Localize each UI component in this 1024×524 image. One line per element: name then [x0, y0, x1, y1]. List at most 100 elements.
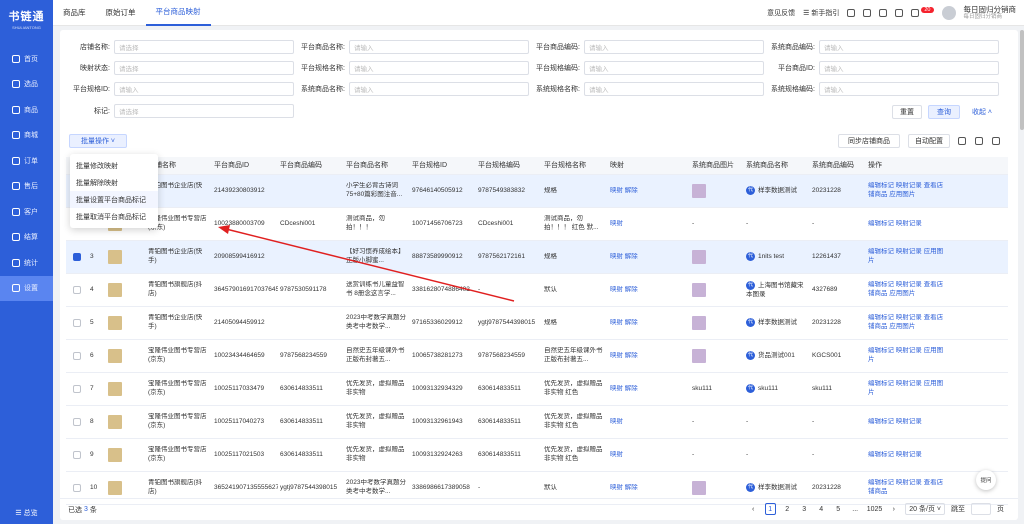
cell-map[interactable]: 映射 解除 — [608, 319, 690, 328]
filter-input[interactable]: 请输入 — [114, 82, 294, 96]
cell-ops[interactable]: 编辑标记 映射记录 应用图片 — [866, 380, 948, 398]
row-checkbox[interactable] — [73, 451, 81, 459]
cell-ops[interactable]: 编辑标记 映射记录 查看店铺商品 应用图片 — [866, 182, 948, 200]
dropdown-item-batch-remove-mapping[interactable]: 批量解除映射 — [70, 174, 158, 191]
cell-map[interactable]: 映射 — [608, 418, 690, 427]
page-1[interactable]: 1 — [764, 503, 776, 515]
cell-ops[interactable]: 编辑标记 映射记录 查看店铺商品 — [866, 479, 948, 497]
table-row[interactable]: 4 青铂图书旗舰店(抖店) 3645790169170376456 978753059… — [66, 274, 1008, 307]
system-image-cell — [690, 283, 744, 297]
cell-map[interactable]: 映射 — [608, 451, 690, 460]
sidebar-item-5[interactable]: 售后 — [0, 174, 53, 200]
row-checkbox[interactable] — [73, 484, 81, 492]
table-row[interactable]: 9 宝隆伟业图书专营店(京东) 10025117021503 630614833511… — [66, 439, 1008, 472]
batch-operation-button[interactable]: 批量操作 ˅ — [69, 134, 127, 148]
collapse-button[interactable]: 收起 ˄ — [966, 105, 998, 119]
sidebar-item-1[interactable]: 选品 — [0, 72, 53, 98]
table-row[interactable]: 5 青铂图书企业店(快手) 21405094459912 2023中考数学真题分类考中… — [66, 307, 1008, 340]
filter-input[interactable]: 请输入 — [819, 40, 999, 54]
page-3[interactable]: 3 — [799, 503, 810, 515]
filter-input[interactable]: 请输入 — [584, 61, 764, 75]
dropdown-item-batch-modify-mapping[interactable]: 批量修改映射 — [70, 157, 158, 174]
headset-icon[interactable] — [879, 9, 888, 17]
sidebar-item-4[interactable]: 订单 — [0, 148, 53, 174]
filter-input[interactable]: 请选择 — [114, 104, 294, 118]
cell-map[interactable]: 映射 解除 — [608, 385, 690, 394]
bell-icon[interactable] — [911, 9, 920, 17]
tab-product-library[interactable]: 商品库 — [53, 0, 96, 26]
next-page-icon[interactable]: › — [888, 503, 899, 515]
cell-map[interactable]: 映射 解除 — [608, 484, 690, 493]
goto-page-input[interactable] — [971, 503, 991, 515]
gift-icon[interactable] — [863, 9, 872, 17]
cell-ops[interactable]: 编辑标记 映射记录 查看店铺商品 应用图片 — [866, 281, 948, 299]
cell-ops[interactable]: 编辑标记 映射记录 — [866, 220, 948, 229]
filter-input[interactable]: 请输入 — [584, 40, 764, 54]
sidebar-item-6[interactable]: 客户 — [0, 199, 53, 225]
guide-link[interactable]: ☰ 新手指引 — [803, 8, 839, 18]
row-checkbox[interactable] — [73, 286, 81, 294]
tab-platform-mapping[interactable]: 平台商品映射 — [145, 0, 211, 26]
cell-ops[interactable]: 编辑标记 映射记录 查看店铺商品 应用图片 — [866, 314, 948, 332]
cell-map[interactable]: 映射 解除 — [608, 187, 690, 196]
table-row[interactable]: 青铂图书企业店(快手)21439230803912小学生必背古诗词75+80篇彩… — [66, 175, 1008, 208]
sidebar-item-3[interactable]: 商城 — [0, 123, 53, 149]
refresh-icon[interactable] — [958, 137, 966, 145]
filter-input[interactable]: 请选择 — [114, 61, 294, 75]
row-checkbox[interactable] — [73, 385, 81, 393]
cell-map[interactable]: 映射 — [608, 220, 690, 229]
help-float-button[interactable]: 提问 — [976, 470, 996, 490]
cell-map[interactable]: 映射 解除 — [608, 352, 690, 361]
page-5[interactable]: 5 — [833, 503, 844, 515]
filter-input[interactable]: 请输入 — [819, 82, 999, 96]
table-row[interactable]: 6 宝隆伟业图书专营店(京东) 10023434464659 978756823455… — [66, 340, 1008, 373]
row-checkbox[interactable] — [73, 418, 81, 426]
export-icon[interactable] — [975, 137, 983, 145]
row-checkbox[interactable] — [73, 253, 81, 261]
page-2[interactable]: 2 — [782, 503, 793, 515]
table-row[interactable]: 3 青铂图书企业店(快手) 20908599416912 【好习惯养成绘本】正版小脚蜜… — [66, 241, 1008, 274]
phone-icon[interactable] — [895, 9, 904, 17]
filter-input[interactable]: 请输入 — [584, 82, 764, 96]
sidebar-item-2[interactable]: 商品 — [0, 97, 53, 123]
upload-icon[interactable] — [847, 9, 856, 17]
sync-shop-goods-button[interactable]: 同步店铺商品 — [838, 134, 900, 148]
reset-button[interactable]: 重置 — [892, 105, 922, 119]
sidebar-overview[interactable]: ☰ 总览 — [0, 508, 53, 518]
dropdown-item-batch-cancel-mark[interactable]: 批量取消平台商品标记 — [70, 208, 158, 225]
page-size-select[interactable]: 20 条/页 ˅ — [905, 503, 945, 515]
row-checkbox[interactable] — [73, 352, 81, 360]
table-row[interactable]: 2宝隆伟业图书专营店(京东)10023880003709CDceshi001测试… — [66, 208, 1008, 241]
auto-config-button[interactable]: 自动配置 — [908, 134, 950, 148]
page-last[interactable]: 1025 — [867, 503, 883, 515]
cell-ops[interactable]: 编辑标记 映射记录 应用图片 — [866, 248, 948, 266]
page-4[interactable]: 4 — [816, 503, 827, 515]
sidebar-item-8[interactable]: 统计 — [0, 250, 53, 276]
search-button[interactable]: 查询 — [928, 105, 960, 119]
table-row[interactable]: 8 宝隆伟业图书专营店(京东) 10025117040273 630614833511… — [66, 406, 1008, 439]
cell-map[interactable]: 映射 解除 — [608, 253, 690, 262]
page-ellipsis[interactable]: ... — [850, 503, 861, 515]
sidebar-item-0[interactable]: 首页 — [0, 46, 53, 72]
page-scrollbar[interactable] — [1020, 30, 1024, 130]
column-settings-icon[interactable] — [992, 137, 1000, 145]
filter-input[interactable]: 请输入 — [819, 61, 999, 75]
avatar[interactable] — [941, 6, 956, 20]
table-row[interactable]: 7 宝隆伟业图书专营店(京东) 10025117033479 630614833511… — [66, 373, 1008, 406]
cell-ops[interactable]: 编辑标记 映射记录 应用图片 — [866, 347, 948, 365]
filter-input[interactable]: 请输入 — [349, 40, 529, 54]
filter-input[interactable]: 请选择 — [114, 40, 294, 54]
filter-input[interactable]: 请输入 — [349, 82, 529, 96]
tab-raw-orders[interactable]: 原始订单 — [96, 0, 146, 26]
dropdown-item-batch-set-mark[interactable]: 批量设置平台商品标记 — [70, 191, 158, 208]
sidebar-item-9[interactable]: 设置 — [0, 275, 53, 301]
row-checkbox[interactable] — [73, 319, 81, 327]
prev-page-icon[interactable]: ‹ — [748, 503, 759, 515]
cell-ops[interactable]: 编辑标记 映射记录 — [866, 451, 948, 460]
feedback-link[interactable]: 意见反馈 — [767, 8, 795, 18]
cell-map[interactable]: 映射 解除 — [608, 286, 690, 295]
sidebar-item-7[interactable]: 结算 — [0, 225, 53, 251]
user-info[interactable]: 每日固归分销商 每日固归分销商 — [964, 5, 1017, 20]
cell-ops[interactable]: 编辑标记 映射记录 — [866, 418, 948, 427]
filter-input[interactable]: 请输入 — [349, 61, 529, 75]
